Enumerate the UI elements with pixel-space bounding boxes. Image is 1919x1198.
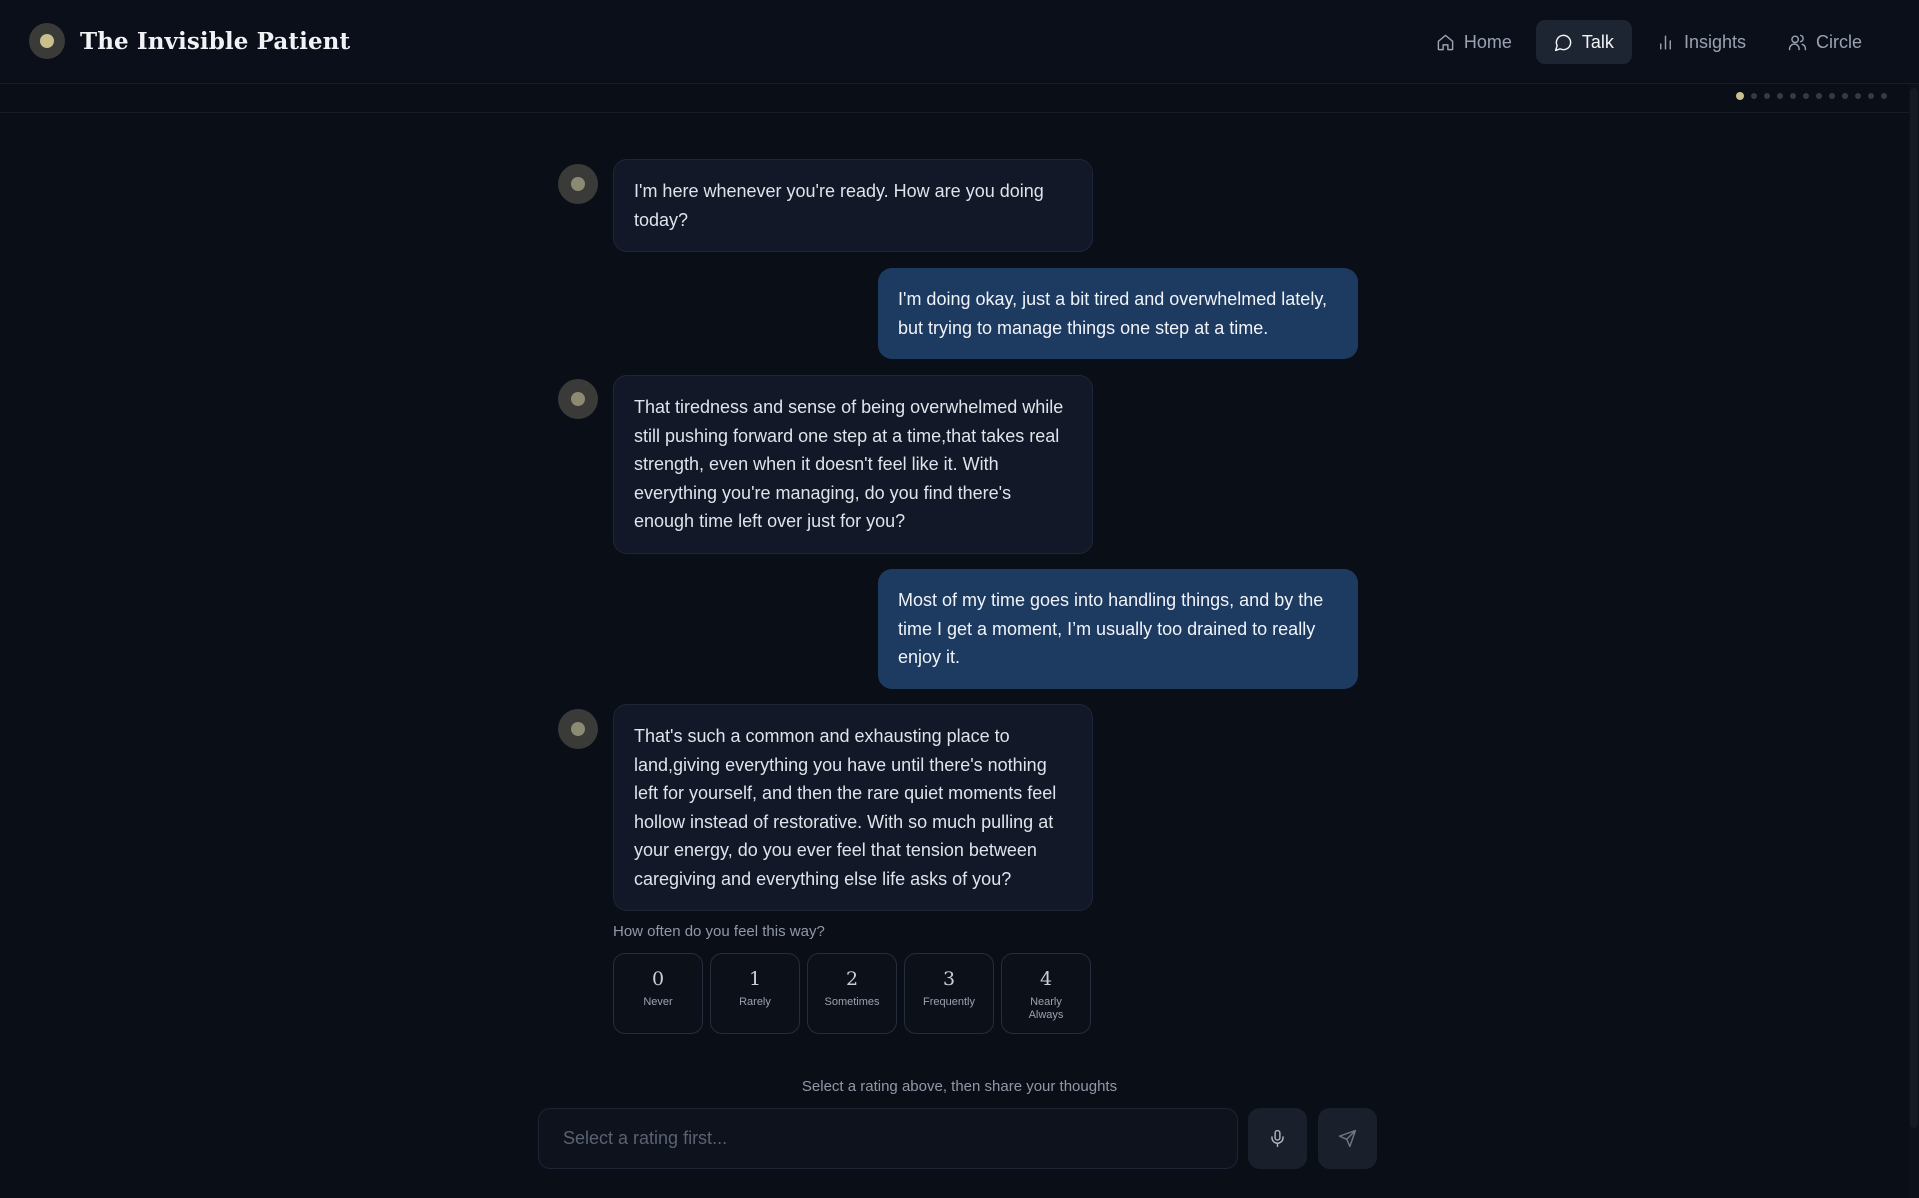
rating-prompt: How often do you feel this way? xyxy=(613,923,825,940)
rating-label: Nearly Always xyxy=(1028,996,1064,1021)
chat-bubble-icon xyxy=(1554,34,1572,51)
composer-hint: Select a rating above, then share your t… xyxy=(801,1078,1118,1095)
rating-value: 3 xyxy=(942,968,956,990)
rating-scale: 0 Never 1 Rarely 2 Sometimes 3 Frequentl… xyxy=(613,953,1091,1034)
step-dot xyxy=(1777,93,1783,99)
assistant-avatar xyxy=(558,709,598,749)
rating-label: Rarely xyxy=(739,996,771,1008)
step-dot xyxy=(1842,93,1848,99)
app-root: The Invisible Patient Home Talk Insights… xyxy=(0,0,1919,1198)
step-dot-current xyxy=(1736,92,1744,100)
nav-item-label: Talk xyxy=(1581,31,1614,52)
progress-strip xyxy=(0,84,1919,113)
assistant-avatar xyxy=(558,379,598,419)
step-dot xyxy=(1829,93,1835,99)
step-dot xyxy=(1816,93,1822,99)
send-button[interactable] xyxy=(1318,1108,1377,1169)
assistant-message: I'm here whenever you're ready. How are … xyxy=(613,159,1093,252)
rating-label: Never xyxy=(643,996,673,1008)
nav-item-home[interactable]: Home xyxy=(1418,20,1530,64)
app-title: The Invisible Patient xyxy=(80,27,351,55)
bar-chart-icon xyxy=(1659,34,1671,50)
step-dot xyxy=(1764,93,1770,99)
mic-button[interactable] xyxy=(1248,1108,1307,1169)
rating-option-1[interactable]: 1 Rarely xyxy=(710,953,800,1034)
step-dot xyxy=(1855,93,1861,99)
nav-item-talk[interactable]: Talk xyxy=(1535,20,1632,64)
assistant-message: That tiredness and sense of being overwh… xyxy=(613,375,1093,554)
nav-item-insights[interactable]: Insights xyxy=(1638,20,1764,64)
step-dot xyxy=(1868,93,1874,99)
rating-value: 2 xyxy=(845,968,859,990)
brand-orb-icon xyxy=(29,23,65,59)
nav-item-label: Home xyxy=(1463,31,1512,52)
step-dot xyxy=(1790,93,1796,99)
user-message: I'm doing okay, just a bit tired and ove… xyxy=(878,268,1358,359)
step-dot xyxy=(1881,93,1887,99)
message-input[interactable] xyxy=(563,1128,1213,1149)
rating-option-2[interactable]: 2 Sometimes xyxy=(807,953,897,1034)
step-indicator xyxy=(1736,92,1887,100)
microphone-icon xyxy=(1271,1129,1284,1148)
rating-value: 0 xyxy=(651,968,665,990)
main-nav: Home Talk Insights Circle xyxy=(1418,20,1880,64)
message-composer xyxy=(538,1108,1238,1169)
home-icon xyxy=(1437,34,1454,50)
rating-option-3[interactable]: 3 Frequently xyxy=(904,953,994,1034)
rating-option-4[interactable]: 4 Nearly Always xyxy=(1001,953,1091,1034)
nav-item-label: Insights xyxy=(1683,31,1746,52)
user-message: Most of my time goes into handling thing… xyxy=(878,569,1358,689)
rating-value: 1 xyxy=(748,968,762,990)
nav-item-circle[interactable]: Circle xyxy=(1770,20,1880,64)
rating-label: Sometimes xyxy=(824,996,880,1008)
rating-option-0[interactable]: 0 Never xyxy=(613,953,703,1034)
assistant-avatar xyxy=(558,164,598,204)
brand[interactable]: The Invisible Patient xyxy=(29,23,350,59)
rating-value: 4 xyxy=(1039,968,1053,990)
top-header: The Invisible Patient Home Talk Insights… xyxy=(0,0,1919,84)
step-dot xyxy=(1751,93,1757,99)
users-icon xyxy=(1788,34,1807,50)
assistant-message: That's such a common and exhausting plac… xyxy=(613,704,1093,911)
step-dot xyxy=(1803,93,1809,99)
nav-item-label: Circle xyxy=(1815,31,1862,52)
rating-label: Frequently xyxy=(923,996,975,1008)
send-icon xyxy=(1338,1129,1357,1148)
scrollbar-thumb[interactable] xyxy=(1910,88,1918,1128)
